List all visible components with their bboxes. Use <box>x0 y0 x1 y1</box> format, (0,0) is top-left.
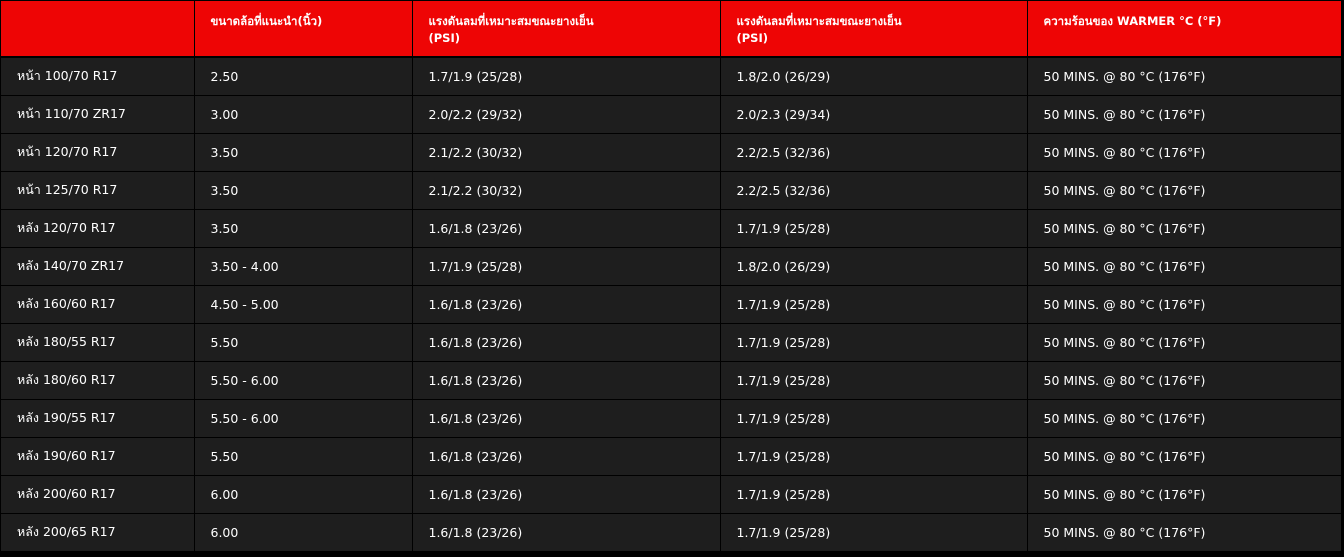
table-row: หลัง 190/60 R17 5.50 1.6/1.8 (23/26) 1.7/1.… <box>1 437 1341 476</box>
cell-rim-width: 5.50 - 6.00 <box>194 361 413 400</box>
cell-cold-pressure-1: 1.6/1.8 (23/26) <box>412 323 721 362</box>
cell-cold-pressure-2: 1.7/1.9 (25/28) <box>720 513 1028 552</box>
tire-spec-table: ขนาดล้อที่แนะนำ(นิ้ว) แรงดันลมที่เหมาะสม… <box>1 1 1341 552</box>
cell-rim-width: 3.00 <box>194 95 413 134</box>
cell-cold-pressure-1: 1.6/1.8 (23/26) <box>412 437 721 476</box>
cell-cold-pressure-2: 1.7/1.9 (25/28) <box>720 475 1028 514</box>
cell-warmer-temp: 50 MINS. @ 80 °C (176°F) <box>1027 57 1341 96</box>
cell-rim-width: 3.50 <box>194 171 413 210</box>
table-row: หลัง 120/70 R17 3.50 1.6/1.8 (23/26) 1.7/1.… <box>1 209 1341 248</box>
cell-cold-pressure-2: 2.2/2.5 (32/36) <box>720 133 1028 172</box>
table-row: หลัง 180/60 R17 5.50 - 6.00 1.6/1.8 (23/26… <box>1 361 1341 400</box>
cell-cold-pressure-1: 1.7/1.9 (25/28) <box>412 247 721 286</box>
cell-warmer-temp: 50 MINS. @ 80 °C (176°F) <box>1027 209 1341 248</box>
header-cell-cold-pressure-2: แรงดันลมที่เหมาะสมขณะยางเย็น (PSI) <box>720 1 1028 58</box>
cell-cold-pressure-1: 1.6/1.8 (23/26) <box>412 399 721 438</box>
cell-rim-width: 3.50 <box>194 209 413 248</box>
cell-cold-pressure-1: 1.6/1.8 (23/26) <box>412 209 721 248</box>
table-row: หลัง 140/70 ZR17 3.50 - 4.00 1.7/1.9 (25/2… <box>1 247 1341 286</box>
table-row: หน้า 125/70 R17 3.50 2.1/2.2 (30/32) 2.2/2.… <box>1 171 1341 210</box>
cell-cold-pressure-2: 1.8/2.0 (26/29) <box>720 57 1028 96</box>
table-row: หลัง 200/60 R17 6.00 1.6/1.8 (23/26) 1.7/1.… <box>1 475 1341 514</box>
cell-cold-pressure-2: 1.7/1.9 (25/28) <box>720 399 1028 438</box>
cell-rim-width: 5.50 - 6.00 <box>194 399 413 438</box>
cell-warmer-temp: 50 MINS. @ 80 °C (176°F) <box>1027 437 1341 476</box>
header-cell-rim-width: ขนาดล้อที่แนะนำ(นิ้ว) <box>194 1 413 58</box>
header-cell-cold-pressure-1: แรงดันลมที่เหมาะสมขณะยางเย็น (PSI) <box>412 1 721 58</box>
cell-tire-size: หลัง 180/60 R17 <box>1 361 195 400</box>
cell-warmer-temp: 50 MINS. @ 80 °C (176°F) <box>1027 399 1341 438</box>
cell-warmer-temp: 50 MINS. @ 80 °C (176°F) <box>1027 171 1341 210</box>
cell-warmer-temp: 50 MINS. @ 80 °C (176°F) <box>1027 513 1341 552</box>
table-row: หลัง 190/55 R17 5.50 - 6.00 1.6/1.8 (23/26… <box>1 399 1341 438</box>
cell-cold-pressure-2: 1.7/1.9 (25/28) <box>720 437 1028 476</box>
cell-warmer-temp: 50 MINS. @ 80 °C (176°F) <box>1027 475 1341 514</box>
cell-rim-width: 3.50 <box>194 133 413 172</box>
cell-tire-size: หลัง 200/65 R17 <box>1 513 195 552</box>
cell-cold-pressure-1: 2.0/2.2 (29/32) <box>412 95 721 134</box>
cell-cold-pressure-1: 1.7/1.9 (25/28) <box>412 57 721 96</box>
cell-cold-pressure-1: 1.6/1.8 (23/26) <box>412 475 721 514</box>
cell-warmer-temp: 50 MINS. @ 80 °C (176°F) <box>1027 323 1341 362</box>
cell-rim-width: 6.00 <box>194 475 413 514</box>
cell-cold-pressure-1: 2.1/2.2 (30/32) <box>412 133 721 172</box>
cell-cold-pressure-1: 2.1/2.2 (30/32) <box>412 171 721 210</box>
table-row: หลัง 200/65 R17 6.00 1.6/1.8 (23/26) 1.7/1.… <box>1 513 1341 552</box>
cell-warmer-temp: 50 MINS. @ 80 °C (176°F) <box>1027 247 1341 286</box>
cell-cold-pressure-2: 1.8/2.0 (26/29) <box>720 247 1028 286</box>
tire-spec-table-container: ขนาดล้อที่แนะนำ(นิ้ว) แรงดันลมที่เหมาะสม… <box>1 1 1341 554</box>
cell-tire-size: หลัง 190/55 R17 <box>1 399 195 438</box>
cell-tire-size: หลัง 180/55 R17 <box>1 323 195 362</box>
table-body: หน้า 100/70 R17 2.50 1.7/1.9 (25/28) 1.8/2.… <box>1 57 1341 552</box>
cell-cold-pressure-2: 1.7/1.9 (25/28) <box>720 209 1028 248</box>
table-header: ขนาดล้อที่แนะนำ(นิ้ว) แรงดันลมที่เหมาะสม… <box>1 1 1341 58</box>
cell-rim-width: 6.00 <box>194 513 413 552</box>
cell-tire-size: หน้า 125/70 R17 <box>1 171 195 210</box>
cell-tire-size: หน้า 100/70 R17 <box>1 57 195 96</box>
table-row: หน้า 120/70 R17 3.50 2.1/2.2 (30/32) 2.2/2.… <box>1 133 1341 172</box>
header-cell-tire-size <box>1 1 195 58</box>
cell-warmer-temp: 50 MINS. @ 80 °C (176°F) <box>1027 361 1341 400</box>
cell-tire-size: หลัง 160/60 R17 <box>1 285 195 324</box>
cell-cold-pressure-2: 1.7/1.9 (25/28) <box>720 285 1028 324</box>
cell-cold-pressure-2: 1.7/1.9 (25/28) <box>720 323 1028 362</box>
table-row: หลัง 160/60 R17 4.50 - 5.00 1.6/1.8 (23/26… <box>1 285 1341 324</box>
cell-rim-width: 3.50 - 4.00 <box>194 247 413 286</box>
cell-tire-size: หลัง 190/60 R17 <box>1 437 195 476</box>
cell-cold-pressure-2: 1.7/1.9 (25/28) <box>720 361 1028 400</box>
cell-cold-pressure-1: 1.6/1.8 (23/26) <box>412 513 721 552</box>
cell-tire-size: หน้า 110/70 ZR17 <box>1 95 195 134</box>
header-cell-warmer-temp: ความร้อนของ WARMER °C (°F) <box>1027 1 1341 58</box>
cell-rim-width: 4.50 - 5.00 <box>194 285 413 324</box>
cell-rim-width: 5.50 <box>194 437 413 476</box>
cell-cold-pressure-2: 2.0/2.3 (29/34) <box>720 95 1028 134</box>
cell-cold-pressure-1: 1.6/1.8 (23/26) <box>412 285 721 324</box>
cell-cold-pressure-1: 1.6/1.8 (23/26) <box>412 361 721 400</box>
table-row: หน้า 110/70 ZR17 3.00 2.0/2.2 (29/32) 2.0/2… <box>1 95 1341 134</box>
cell-tire-size: หลัง 120/70 R17 <box>1 209 195 248</box>
table-row: หน้า 100/70 R17 2.50 1.7/1.9 (25/28) 1.8/2.… <box>1 57 1341 96</box>
table-row: หลัง 180/55 R17 5.50 1.6/1.8 (23/26) 1.7/1.… <box>1 323 1341 362</box>
header-row: ขนาดล้อที่แนะนำ(นิ้ว) แรงดันลมที่เหมาะสม… <box>1 1 1341 58</box>
cell-warmer-temp: 50 MINS. @ 80 °C (176°F) <box>1027 133 1341 172</box>
cell-warmer-temp: 50 MINS. @ 80 °C (176°F) <box>1027 95 1341 134</box>
cell-rim-width: 5.50 <box>194 323 413 362</box>
cell-tire-size: หลัง 140/70 ZR17 <box>1 247 195 286</box>
cell-tire-size: หน้า 120/70 R17 <box>1 133 195 172</box>
cell-tire-size: หลัง 200/60 R17 <box>1 475 195 514</box>
cell-cold-pressure-2: 2.2/2.5 (32/36) <box>720 171 1028 210</box>
cell-warmer-temp: 50 MINS. @ 80 °C (176°F) <box>1027 285 1341 324</box>
cell-rim-width: 2.50 <box>194 57 413 96</box>
